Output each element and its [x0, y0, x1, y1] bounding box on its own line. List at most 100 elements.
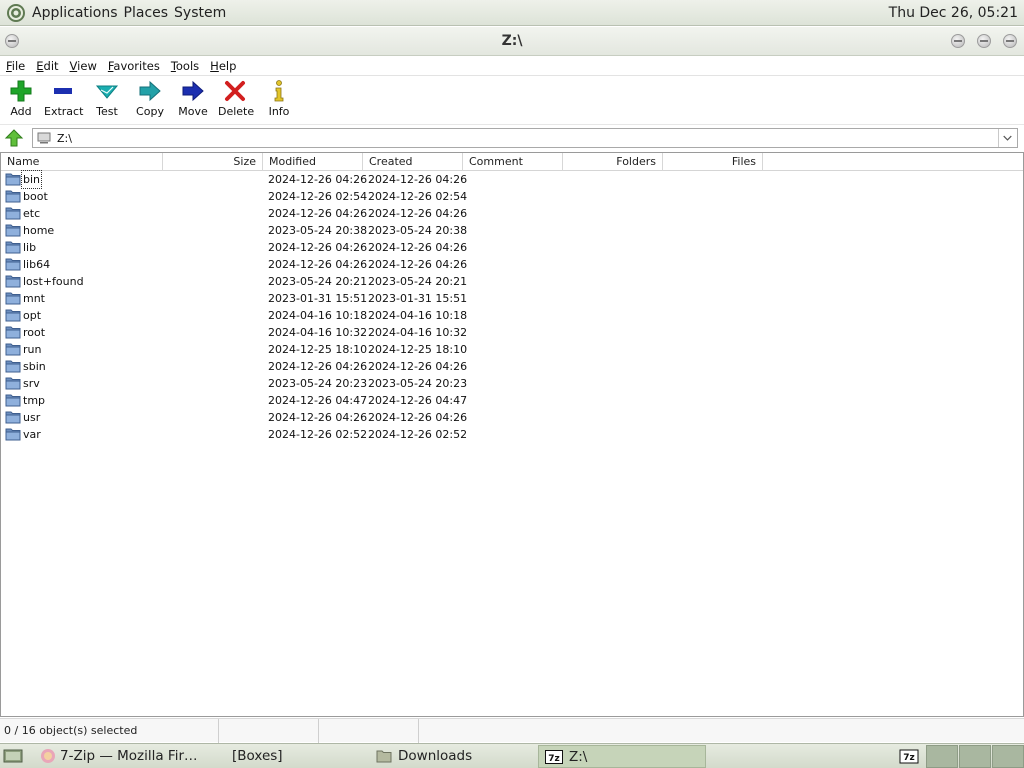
tray-7zip-icon[interactable]: 7z — [894, 747, 924, 766]
file-modified: 2023-05-24 20:38 — [268, 224, 368, 237]
table-row[interactable]: run 2024-12-25 18:10 2024-12-25 18:10 — [1, 341, 1023, 358]
file-modified: 2024-04-16 10:18 — [268, 309, 368, 322]
table-row[interactable]: tmp 2024-12-26 04:47 2024-12-26 04:47 — [1, 392, 1023, 409]
task-firefox[interactable]: 7-Zip — Mozilla Fir… — [34, 745, 224, 768]
table-row[interactable]: home 2023-05-24 20:38 2023-05-24 20:38 — [1, 222, 1023, 239]
task-boxes[interactable]: [Boxes] — [226, 745, 366, 768]
task-7zip[interactable]: 7z Z:\ — [538, 745, 706, 768]
task-downloads[interactable]: Downloads — [370, 745, 535, 768]
column-name[interactable]: Name — [1, 153, 163, 171]
column-files[interactable]: Files — [663, 153, 763, 171]
add-button[interactable]: Add — [6, 79, 36, 121]
column-modified[interactable]: Modified — [263, 153, 363, 171]
table-row[interactable]: bin 2024-12-26 04:26 2024-12-26 04:26 — [1, 170, 1023, 189]
file-name: opt — [23, 309, 42, 322]
workspace-1[interactable] — [926, 745, 958, 768]
window-titlebar[interactable]: Z:\ — [0, 27, 1024, 56]
file-name: boot — [23, 190, 48, 203]
table-row[interactable]: opt 2024-04-16 10:18 2024-04-16 10:18 — [1, 307, 1023, 324]
file-modified: 2024-12-26 04:26 — [268, 207, 368, 220]
maximize-button[interactable] — [977, 34, 991, 48]
table-row[interactable]: srv 2023-05-24 20:23 2023-05-24 20:23 — [1, 375, 1023, 392]
x-icon — [225, 81, 245, 101]
workspace-2[interactable] — [959, 745, 991, 768]
menu-edit-label: dit — [43, 59, 59, 73]
folder-icon — [5, 275, 21, 288]
file-name: tmp — [23, 394, 46, 407]
folder-icon — [5, 190, 21, 203]
menu-view[interactable]: View — [70, 59, 97, 73]
table-row[interactable]: root 2024-04-16 10:32 2024-04-16 10:32 — [1, 324, 1023, 341]
applications-menu[interactable]: Applications — [32, 5, 118, 21]
table-row[interactable]: lib 2024-12-26 04:26 2024-12-26 04:26 — [1, 239, 1023, 256]
folder-icon — [5, 224, 21, 237]
file-list[interactable]: Name Size Modified Created Comment Folde… — [0, 152, 1024, 717]
workspace-3[interactable] — [992, 745, 1024, 768]
file-modified: 2024-12-26 04:26 — [268, 241, 368, 254]
status-size — [219, 719, 319, 743]
info-button[interactable]: Info — [266, 79, 292, 121]
file-modified: 2024-12-26 02:54 — [268, 190, 368, 203]
menu-favorites-label: avorites — [113, 59, 160, 73]
drive-icon — [37, 132, 51, 144]
table-row[interactable]: lost+found 2023-05-24 20:21 2023-05-24 20:… — [1, 273, 1023, 290]
add-label: Add — [10, 105, 32, 118]
file-size — [163, 392, 263, 409]
table-row[interactable]: mnt 2023-01-31 15:51 2023-01-31 15:51 — [1, 290, 1023, 307]
status-selection: 0 / 16 object(s) selected — [0, 719, 219, 743]
test-button[interactable]: Test — [92, 79, 122, 121]
file-modified: 2024-12-25 18:10 — [268, 343, 368, 356]
file-name: srv — [23, 377, 40, 390]
folder-icon — [5, 258, 21, 271]
menu-tools[interactable]: Tools — [171, 59, 199, 73]
system-menu[interactable]: System — [174, 5, 226, 21]
arrow-right-icon — [139, 80, 161, 102]
move-button[interactable]: Move — [178, 79, 208, 121]
address-input[interactable] — [32, 128, 1018, 148]
file-created: 2023-05-24 20:38 — [368, 224, 468, 237]
file-created: 2024-12-26 04:47 — [368, 394, 468, 407]
delete-label: Delete — [218, 105, 255, 118]
svg-text:7z: 7z — [903, 753, 915, 763]
delete-button[interactable]: Delete — [218, 79, 255, 121]
menu-favorites[interactable]: Favorites — [108, 59, 160, 73]
distro-logo-icon[interactable] — [6, 3, 26, 23]
close-button[interactable] — [1003, 34, 1017, 48]
column-created[interactable]: Created — [363, 153, 463, 171]
file-created: 2024-12-26 04:26 — [368, 258, 468, 271]
menu-edit[interactable]: Edit — [36, 59, 58, 73]
minimize-button[interactable] — [951, 34, 965, 48]
menu-help[interactable]: Help — [210, 59, 236, 73]
file-size — [163, 358, 263, 375]
toolbar: Add Extract Test Copy Move Delete Info — [0, 77, 1024, 125]
menu-file[interactable]: File — [6, 59, 25, 73]
info-label: Info — [268, 105, 290, 118]
file-name: sbin — [23, 360, 46, 373]
extract-button[interactable]: Extract — [44, 79, 83, 121]
clock[interactable]: Thu Dec 26, 05:21 — [889, 5, 1018, 21]
chevron-down-icon[interactable] — [998, 129, 1016, 147]
task-firefox-label: 7-Zip — Mozilla Fir… — [60, 748, 198, 764]
address-bar — [0, 127, 1024, 149]
copy-button[interactable]: Copy — [135, 79, 165, 121]
file-modified: 2023-05-24 20:21 — [268, 275, 368, 288]
table-row[interactable]: usr 2024-12-26 04:26 2024-12-26 04:26 — [1, 409, 1023, 426]
column-comment[interactable]: Comment — [463, 153, 563, 171]
show-desktop-icon[interactable] — [3, 748, 23, 764]
task-boxes-label: [Boxes] — [232, 748, 283, 764]
file-created: 2024-04-16 10:18 — [368, 309, 468, 322]
table-row[interactable]: var 2024-12-26 02:52 2024-12-26 02:52 — [1, 426, 1023, 443]
file-name: run — [23, 343, 42, 356]
places-menu[interactable]: Places — [124, 5, 169, 21]
up-arrow-icon[interactable] — [4, 128, 24, 148]
table-row[interactable]: sbin 2024-12-26 04:26 2024-12-26 04:26 — [1, 358, 1023, 375]
file-size — [163, 324, 263, 341]
table-row[interactable]: boot 2024-12-26 02:54 2024-12-26 02:54 — [1, 188, 1023, 205]
table-row[interactable]: lib64 2024-12-26 04:26 2024-12-26 04:26 — [1, 256, 1023, 273]
folder-icon — [5, 292, 21, 305]
file-name: lib — [23, 241, 37, 254]
column-size[interactable]: Size — [163, 153, 263, 171]
folder-icon — [5, 360, 21, 373]
column-folders[interactable]: Folders — [563, 153, 663, 171]
table-row[interactable]: etc 2024-12-26 04:26 2024-12-26 04:26 — [1, 205, 1023, 222]
